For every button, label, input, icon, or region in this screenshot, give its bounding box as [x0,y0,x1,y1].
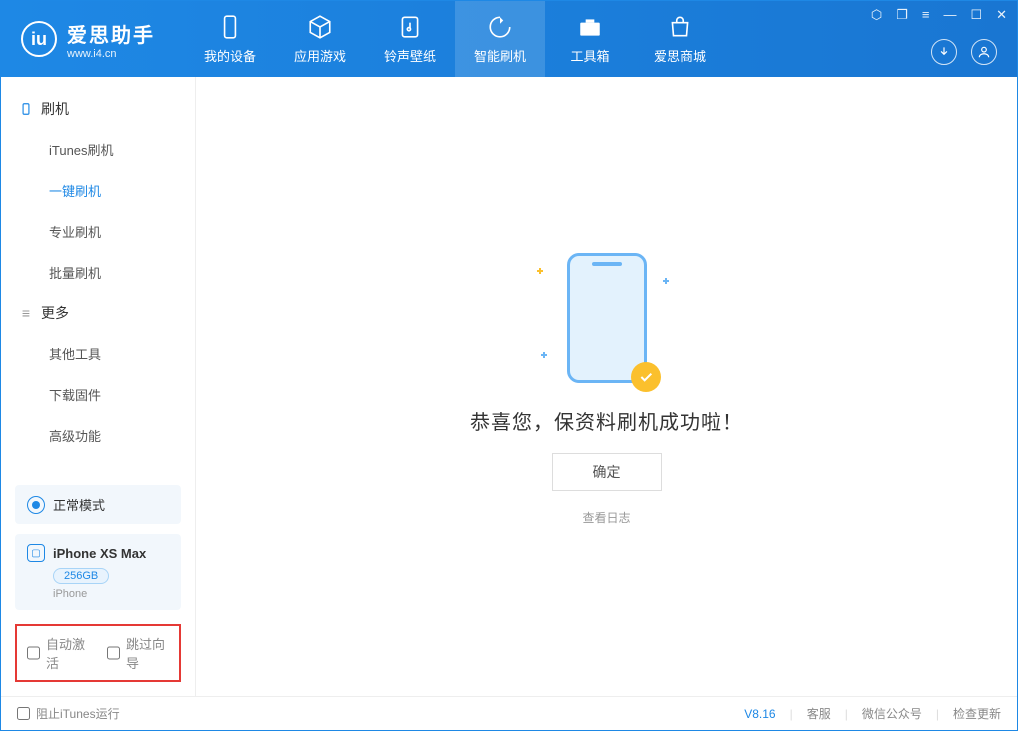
tab-flash[interactable]: 智能刷机 [455,1,545,77]
version-label: V8.16 [744,707,775,721]
mode-dot-icon [27,496,45,514]
skip-guide-checkbox[interactable]: 跳过向导 [107,634,169,672]
customer-service-link[interactable]: 客服 [807,705,831,722]
success-illustration [517,248,697,388]
app-title: 爱思助手 [67,19,155,48]
device-info[interactable]: ▢ iPhone XS Max 256GB iPhone [15,534,181,610]
window-controls: ⬡ ❐ ≡ — ☐ ✕ [871,7,1007,23]
app-logo: iu 爱思助手 www.i4.cn [1,19,175,60]
check-badge-icon [631,362,661,392]
sidebar-item-batch-flash[interactable]: 批量刷机 [1,252,195,293]
nav-tabs: 我的设备 应用游戏 铃声壁纸 智能刷机 工具箱 爱思商城 [185,1,725,77]
sidebar-group-flash: 刷机 [1,89,195,129]
confirm-button[interactable]: 确定 [552,453,662,491]
bag-icon [667,14,693,40]
tab-store[interactable]: 爱思商城 [635,1,725,77]
device-small-icon: ▢ [27,544,45,562]
toolbox-icon [577,14,603,40]
block-itunes-label: 阻止iTunes运行 [36,705,120,722]
phone-icon [567,253,647,383]
logo-icon: iu [21,21,57,57]
more-icon: ≡ [19,306,33,320]
tab-apps-games[interactable]: 应用游戏 [275,1,365,77]
skip-guide-input[interactable] [107,646,120,660]
download-button[interactable] [931,39,957,65]
feedback-icon[interactable]: ❐ [896,7,908,23]
auto-activate-label: 自动激活 [46,634,89,672]
device-icon [19,102,33,116]
cube-icon [307,14,333,40]
app-subtitle: www.i4.cn [67,48,155,60]
sidebar-item-other-tools[interactable]: 其他工具 [1,333,195,374]
block-itunes-checkbox[interactable]: 阻止iTunes运行 [17,705,120,722]
tab-toolbox[interactable]: 工具箱 [545,1,635,77]
sidebar-item-pro-flash[interactable]: 专业刷机 [1,211,195,252]
refresh-icon [487,14,513,40]
tab-label: 应用游戏 [294,46,346,65]
tab-label: 智能刷机 [474,46,526,65]
tab-label: 我的设备 [204,46,256,65]
sparkle-icon [537,268,543,274]
tab-label: 爱思商城 [654,46,706,65]
view-log-link[interactable]: 查看日志 [582,509,630,526]
auto-activate-input[interactable] [27,646,40,660]
menu-icon[interactable]: ≡ [922,7,930,23]
mode-status[interactable]: 正常模式 [15,485,181,524]
sparkle-icon [663,278,669,284]
sidebar-item-oneclick-flash[interactable]: 一键刷机 [1,170,195,211]
block-itunes-input[interactable] [17,707,30,720]
header-actions [931,39,997,65]
tab-label: 铃声壁纸 [384,46,436,65]
mode-label: 正常模式 [53,495,105,514]
sparkle-icon [541,352,547,358]
minimize-button[interactable]: — [943,7,956,23]
sidebar-group-more: ≡ 更多 [1,293,195,333]
main-content: 恭喜您，保资料刷机成功啦！ 确定 查看日志 [196,77,1017,696]
sidebar-item-download-firmware[interactable]: 下载固件 [1,374,195,415]
tab-my-device[interactable]: 我的设备 [185,1,275,77]
device-name: iPhone XS Max [53,546,146,561]
auto-activate-checkbox[interactable]: 自动激活 [27,634,89,672]
group-label: 刷机 [41,99,69,119]
check-update-link[interactable]: 检查更新 [953,705,1001,722]
tab-label: 工具箱 [570,46,609,65]
group-label: 更多 [41,303,69,323]
options-row: 自动激活 跳过向导 [15,624,181,682]
device-capacity: 256GB [53,568,109,584]
sidebar-item-itunes-flash[interactable]: iTunes刷机 [1,129,195,170]
music-icon [397,14,423,40]
maximize-button[interactable]: ☐ [970,7,982,23]
sidebar: 刷机 iTunes刷机 一键刷机 专业刷机 批量刷机 ≡ 更多 其他工具 下载固… [1,77,196,696]
success-message: 恭喜您，保资料刷机成功啦！ [470,406,743,435]
footer: 阻止iTunes运行 V8.16 | 客服 | 微信公众号 | 检查更新 [1,696,1017,730]
close-button[interactable]: ✕ [996,7,1007,23]
sidebar-item-advanced[interactable]: 高级功能 [1,415,195,456]
device-type: iPhone [53,588,169,600]
skin-icon[interactable]: ⬡ [871,7,882,23]
user-button[interactable] [971,39,997,65]
wechat-link[interactable]: 微信公众号 [862,705,922,722]
app-header: iu 爱思助手 www.i4.cn 我的设备 应用游戏 铃声壁纸 智能刷机 工具… [1,1,1017,77]
phone-icon [217,14,243,40]
tab-ringtones[interactable]: 铃声壁纸 [365,1,455,77]
skip-guide-label: 跳过向导 [126,634,169,672]
